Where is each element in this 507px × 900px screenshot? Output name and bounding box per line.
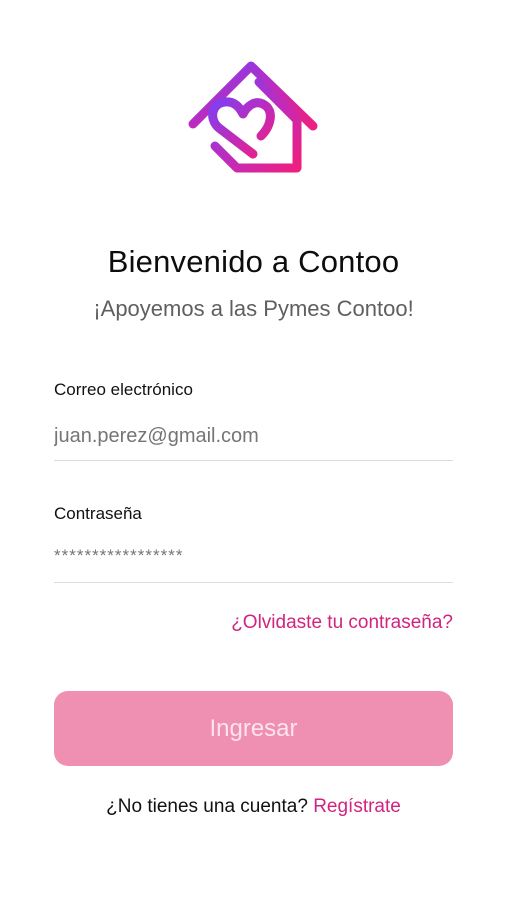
- email-underline: [54, 460, 453, 461]
- password-input[interactable]: [54, 542, 453, 570]
- email-label: Correo electrónico: [54, 380, 193, 399]
- email-field: Correo electrónico: [54, 380, 453, 461]
- signup-prompt: ¿No tienes una cuenta?: [106, 796, 314, 817]
- login-button[interactable]: Ingresar: [54, 691, 453, 766]
- signup-link[interactable]: Regístrate: [313, 796, 401, 817]
- forgot-password-link[interactable]: ¿Olvidaste tu contraseña?: [231, 612, 453, 634]
- page-subtitle: ¡Apoyemos a las Pymes Contoo!: [93, 296, 414, 321]
- password-underline: [54, 582, 453, 583]
- password-field: Contraseña: [54, 504, 453, 583]
- signup-row: ¿No tienes una cuenta? Regístrate: [0, 796, 507, 818]
- email-input[interactable]: [54, 422, 453, 450]
- page-title: Bienvenido a Contoo: [107, 244, 400, 279]
- login-screen: Bienvenido a Contoo ¡Apoyemos a las Pyme…: [0, 0, 507, 900]
- password-label: Contraseña: [54, 504, 142, 523]
- house-heart-icon: [188, 61, 318, 173]
